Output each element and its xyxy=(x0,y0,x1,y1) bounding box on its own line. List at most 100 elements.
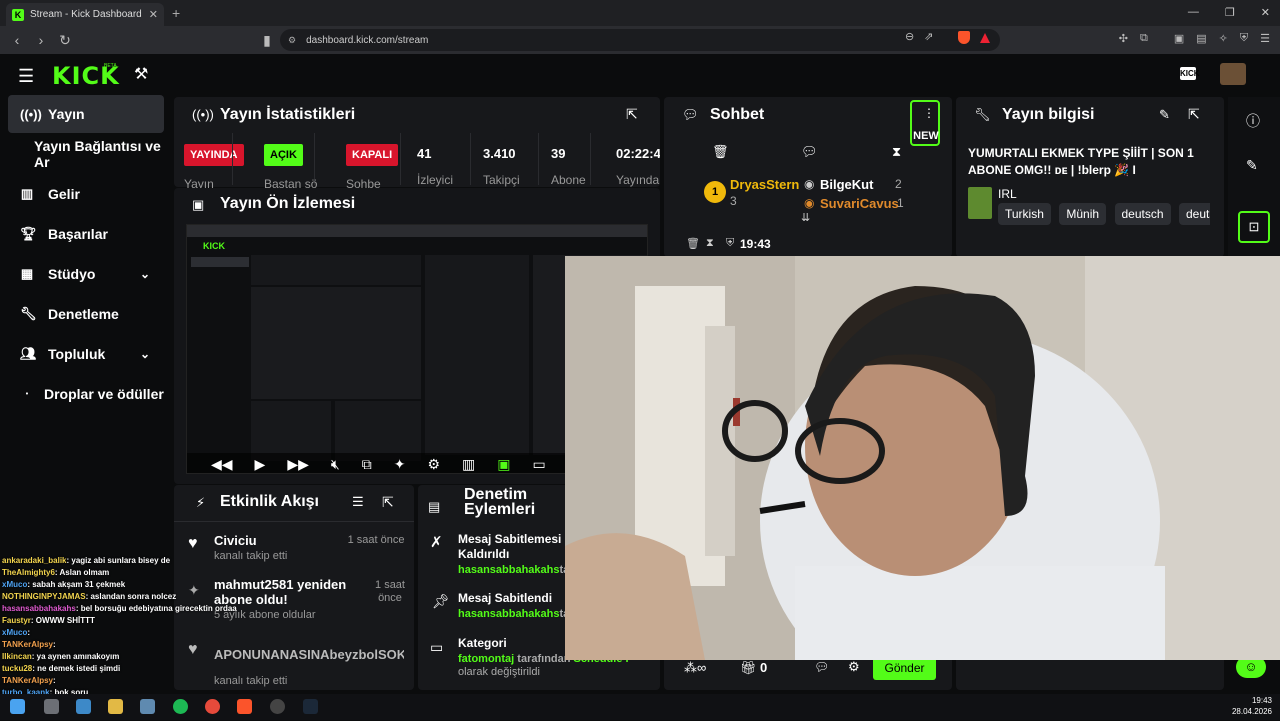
brave-shield-icon[interactable] xyxy=(958,31,970,44)
url-field[interactable]: ⚙ dashboard.kick.com/stream xyxy=(280,29,1000,51)
tag-chip[interactable]: Münih xyxy=(1059,203,1107,225)
spotify-icon[interactable] xyxy=(173,699,188,714)
chrome-icon[interactable] xyxy=(205,699,220,714)
sub-count: 39 xyxy=(551,146,566,161)
wallet-icon[interactable]: ▤ xyxy=(1196,32,1206,45)
chevron-down-icon: ⌄ xyxy=(139,347,150,361)
overlay-chat-line: NOTHINGINPYJAMAS: aslandan sonra nolcez xyxy=(2,592,176,601)
right-rail: ⓘ ✎ ⊡ xyxy=(1228,97,1280,257)
trash-icon[interactable]: 🗑︎ xyxy=(686,237,700,250)
back-icon[interactable]: ‹ xyxy=(10,32,24,48)
zoom-icon[interactable]: ⊖ xyxy=(905,30,914,43)
menu-icon[interactable]: ☰ xyxy=(1260,32,1270,45)
pip-icon[interactable]: ▣ xyxy=(497,456,510,473)
bookmark-icon[interactable]: ▮ xyxy=(260,32,274,49)
close-window-icon[interactable]: ✕ xyxy=(1261,6,1270,19)
category-thumbnail xyxy=(968,187,992,219)
popout-icon[interactable]: ⇱ xyxy=(626,106,638,123)
expand-icon[interactable]: ⇊ xyxy=(801,211,810,224)
mute-icon[interactable]: 🔇︎ xyxy=(331,456,340,473)
sidebar-toggle-icon[interactable]: ▣ xyxy=(1174,32,1184,45)
play-icon[interactable]: ▶ xyxy=(255,456,266,473)
search-icon[interactable] xyxy=(44,699,59,714)
closed-badge: KAPALI xyxy=(346,144,399,166)
rewind-icon[interactable]: ◀◀ xyxy=(211,456,233,473)
sidebar-item-connection[interactable]: Yayın Bağlantısı ve Ar xyxy=(8,135,164,173)
leader-name[interactable]: SuvariCavus xyxy=(820,196,899,211)
info-icon[interactable]: ⓘ xyxy=(1246,111,1260,131)
brave-icon[interactable] xyxy=(237,699,252,714)
share-icon[interactable]: ⇗ xyxy=(924,30,933,43)
stream-info-panel: 🔧︎ Yayın bilgisi ✎ ⇱ YUMURTALI EKMEK TYP… xyxy=(956,97,1224,257)
site-info-icon[interactable]: ⚙ xyxy=(288,35,296,46)
gift-icon[interactable]: 🎁︎ xyxy=(740,660,757,676)
shield-icon[interactable]: ⛨ xyxy=(726,237,734,250)
stats-icon[interactable]: ▥ xyxy=(462,456,475,473)
sidebar-item-studyo[interactable]: ▦ Stüdyo ⌄ xyxy=(8,255,164,293)
hourglass-icon[interactable]: ⧗ xyxy=(706,237,714,250)
crop-icon[interactable]: ⧉ xyxy=(362,456,372,473)
edit-icon[interactable]: ✎ xyxy=(1246,157,1258,174)
start-icon[interactable] xyxy=(10,699,25,714)
chat-icon[interactable]: 💬︎ xyxy=(814,660,829,674)
forward-icon[interactable]: › xyxy=(34,32,48,48)
settings-icon[interactable]: ⚙ xyxy=(848,659,860,675)
new-tab-icon[interactable]: + xyxy=(172,5,180,21)
chat-menu-button[interactable]: ⋮ NEW xyxy=(910,100,940,146)
minimize-icon[interactable]: — xyxy=(1188,6,1199,19)
brave-rewards-icon[interactable] xyxy=(980,33,990,43)
sidebar-item-gelir[interactable]: ▥ Gelir xyxy=(8,175,164,213)
leo-ai-icon[interactable]: ✧ xyxy=(1219,32,1228,45)
explorer-icon[interactable] xyxy=(108,699,123,714)
tag-chip[interactable]: deutsch xyxy=(1114,203,1171,225)
close-tab-icon[interactable]: ✕ xyxy=(149,8,158,21)
overlay-chat-user: hasansabbahakahs xyxy=(2,604,76,613)
fullscreen-icon[interactable]: ▭ xyxy=(532,456,545,473)
overlay-chat-message: : xyxy=(52,640,56,649)
extensions-icon[interactable]: ✣ xyxy=(1119,32,1128,45)
overlay-chat-line: TheAlmighty6: Aslan olmam xyxy=(2,568,109,577)
scan-icon[interactable]: ⊡ xyxy=(1238,211,1270,243)
chat-bubble-icon: 💬︎ xyxy=(682,107,699,122)
gift-count: 0 xyxy=(760,660,768,675)
leader-name[interactable]: DryasStern xyxy=(730,177,799,192)
url-text: dashboard.kick.com/stream xyxy=(306,34,429,46)
forward-icon[interactable]: ▶▶ xyxy=(287,456,309,473)
divider xyxy=(174,521,414,522)
emote-icon[interactable]: ⁂∞ xyxy=(684,660,706,676)
sidebar-item-droplar[interactable]: • Droplar ve ödüller xyxy=(8,375,164,413)
hourglass-icon[interactable]: ⧗ xyxy=(892,144,901,160)
steam-icon[interactable] xyxy=(303,699,318,714)
popout-icon[interactable]: ⇱ xyxy=(382,494,394,511)
nested-stats xyxy=(251,255,421,285)
chat-icon[interactable]: 💬︎ xyxy=(801,144,818,160)
settings-icon[interactable]: ⚙ xyxy=(427,456,440,473)
edit-icon[interactable]: ✎ xyxy=(1159,107,1170,123)
kick-badge-icon[interactable]: KICK xyxy=(1180,67,1200,80)
sidebar-item-yayin[interactable]: ((•)) Yayın xyxy=(8,95,164,133)
sidebar-item-denetleme[interactable]: 🔧︎ Denetleme xyxy=(8,295,164,333)
overlay-chat-user: tucku28 xyxy=(2,664,33,673)
tag-chip[interactable]: deuts xyxy=(1178,203,1210,225)
sparkle-icon[interactable]: ✦ xyxy=(394,456,406,473)
maximize-icon[interactable]: ❐ xyxy=(1225,6,1235,19)
browser-tab[interactable]: K Stream - Kick Dashboard ✕ xyxy=(6,3,164,26)
hamburger-menu-icon[interactable]: ☰ xyxy=(18,66,34,87)
vpn-icon[interactable]: ⛨ xyxy=(1240,32,1248,45)
obs-icon[interactable] xyxy=(270,699,285,714)
sidebar-item-topluluk[interactable]: 👥︎ Topluluk ⌄ xyxy=(8,335,164,373)
tag-chip[interactable]: Turkish xyxy=(998,203,1051,225)
screenshot-icon[interactable]: ⧉ xyxy=(1140,32,1148,45)
edge-icon[interactable] xyxy=(76,699,91,714)
photos-icon[interactable] xyxy=(140,699,155,714)
filter-icon[interactable]: ☰ xyxy=(352,494,364,510)
reload-icon[interactable]: ↻ xyxy=(58,32,72,49)
leader-name[interactable]: BilgeKut xyxy=(820,177,873,192)
sidebar-item-basarilar[interactable]: 🏆︎ Başarılar xyxy=(8,215,164,253)
nested-preview xyxy=(251,287,421,399)
avatar[interactable] xyxy=(1220,63,1246,85)
url-actions: ⊖ ⇗ xyxy=(905,30,933,43)
popout-icon[interactable]: ⇱ xyxy=(1188,106,1200,123)
hammer-icon[interactable]: ⚒ xyxy=(134,64,148,84)
trash-icon[interactable]: 🗑︎ xyxy=(712,144,729,160)
